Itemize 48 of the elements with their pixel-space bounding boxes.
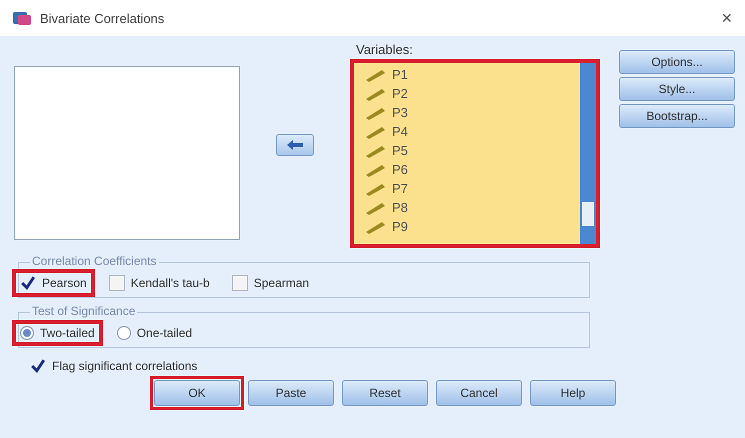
option-label: Spearman <box>254 276 310 290</box>
ruler-icon <box>364 162 386 176</box>
radio-button[interactable] <box>20 326 34 340</box>
checkbox[interactable] <box>30 358 46 374</box>
ruler-icon <box>364 144 386 158</box>
checkbox[interactable] <box>108 275 125 291</box>
dialog-button[interactable]: Reset <box>342 380 428 406</box>
radio-button[interactable] <box>116 326 131 340</box>
ruler-icon <box>364 182 386 196</box>
group-title: Test of Significance <box>30 304 138 319</box>
variable-item[interactable]: P5 <box>392 143 408 158</box>
source-list[interactable] <box>14 66 240 240</box>
side-button[interactable]: Style... <box>619 77 735 101</box>
dialog-button[interactable]: Cancel <box>436 380 522 406</box>
ruler-icon <box>364 68 386 82</box>
ruler-icon <box>364 86 386 100</box>
ruler-icon <box>364 200 386 214</box>
dialog-button[interactable]: Paste <box>248 380 334 406</box>
ruler-icon <box>364 106 386 120</box>
variables-list[interactable]: P1 P2 P3 P4 P5 P6 P7 P8 P9 <box>350 59 600 248</box>
variable-item[interactable]: P4 <box>392 124 408 139</box>
side-button[interactable]: Options... <box>619 50 735 74</box>
variable-item[interactable]: P2 <box>392 86 408 101</box>
ruler-icon <box>364 220 386 234</box>
variable-item[interactable]: P3 <box>392 105 408 120</box>
dialog-button[interactable]: OK <box>154 380 240 406</box>
variable-item[interactable]: P1 <box>392 67 408 82</box>
option-label: Kendall's tau-b <box>130 276 210 290</box>
move-button[interactable] <box>276 134 314 156</box>
variable-item[interactable]: P6 <box>392 162 408 177</box>
variable-item[interactable]: P8 <box>392 200 408 215</box>
scrollbar[interactable] <box>580 63 596 244</box>
option-label: Two-tailed <box>40 326 95 340</box>
option-label: Flag significant correlations <box>52 359 198 373</box>
option-label: One-tailed <box>136 326 192 340</box>
checkbox[interactable] <box>20 275 36 291</box>
variables-label: Variables: <box>355 42 414 57</box>
window-title: Bivariate Correlations <box>40 10 166 26</box>
checkbox[interactable] <box>232 275 248 291</box>
variable-item[interactable]: P7 <box>392 181 408 196</box>
arrow-icon <box>286 139 304 151</box>
close-button[interactable]: ✕ <box>721 10 733 26</box>
ruler-icon <box>364 124 386 138</box>
app-icon <box>12 10 32 26</box>
variable-item[interactable]: P9 <box>392 219 408 234</box>
dialog-button[interactable]: Help <box>530 380 616 406</box>
side-button[interactable]: Bootstrap... <box>619 104 735 128</box>
option-label: Pearson <box>42 276 87 290</box>
